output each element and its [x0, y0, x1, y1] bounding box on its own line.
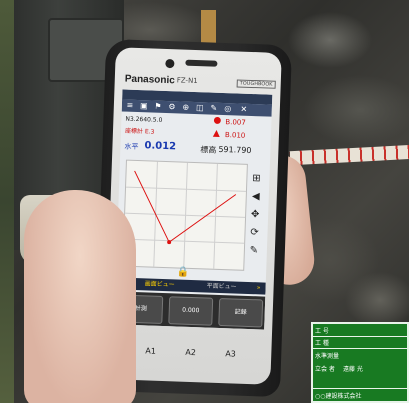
coordinate-line-1: N3.2640.5.0 [125, 115, 163, 124]
elevation-value: 591.790 [218, 144, 252, 155]
point-a-label: B.007 [225, 118, 246, 127]
horizontal-label: 水平 [124, 142, 139, 152]
board-row-5: 遠藤 光 [343, 366, 363, 373]
target-icon[interactable]: ⊕ [182, 103, 190, 112]
phone-model: FZ-N1 [176, 76, 198, 86]
photo-scene: Panasonic FZ-N1 TOUGHBOOK ≡ ▣ ⚑ ⚙ ⊕ ◫ ✎ … [0, 0, 409, 403]
board-divider [313, 348, 407, 349]
survey-blackboard: 工 号 工 種 水準測量 立会 者 遠藤 光 ○○建設株式会社 [311, 322, 409, 403]
elevation-label: 標高 [200, 145, 217, 155]
speaker-icon[interactable]: ◀ [249, 190, 263, 204]
board-row-3: 水準測量 [315, 353, 340, 360]
point-b-label: B.010 [224, 131, 246, 140]
coordinate-line-2: 座標計 E.3 [124, 127, 155, 136]
edit-icon[interactable]: ✎ [247, 244, 261, 258]
tab-next-icon[interactable]: » [253, 283, 263, 293]
front-camera-icon [165, 58, 175, 69]
vegetation-edge [0, 0, 14, 403]
menu-icon[interactable]: ≡ [126, 101, 134, 110]
gps-icon[interactable]: ◎ [224, 104, 232, 113]
point-b-icon: ▲ [212, 128, 221, 139]
plan-map[interactable] [122, 159, 248, 271]
close-icon[interactable]: ✕ [240, 105, 248, 114]
lock-icon[interactable]: 🔒 [176, 265, 190, 279]
phone-brand: Panasonic [124, 73, 176, 87]
side-toolbar: ⊞ ◀ ✥ ⟳ ✎ [247, 172, 266, 263]
horizontal-value: 0.012 [144, 140, 177, 153]
layers-icon[interactable]: ◫ [196, 103, 204, 112]
key-a1[interactable]: A1 [145, 346, 156, 355]
phone-badge: TOUGHBOOK [236, 79, 276, 89]
board-divider [313, 336, 407, 337]
tools-icon[interactable]: ✎ [210, 104, 218, 113]
app-screen: ≡ ▣ ⚑ ⚙ ⊕ ◫ ✎ ◎ ✕ N3.2640.5.0 座標計 E.3 ● … [114, 89, 273, 330]
hand [24, 190, 136, 403]
key-a3[interactable]: A3 [225, 349, 236, 358]
board-row-4: 立会 者 [315, 366, 335, 373]
flag-icon[interactable]: ⚑ [154, 102, 162, 111]
settings-icon[interactable]: ⚙ [168, 102, 176, 111]
rotate-icon[interactable]: ⟳ [247, 226, 261, 240]
board-divider [313, 388, 407, 389]
survey-stake [201, 10, 216, 46]
board-row-1: 工 号 [315, 328, 329, 335]
zoom-in-icon[interactable]: ⊞ [249, 172, 263, 186]
tab-screen-view[interactable]: 画面ビュー [129, 279, 189, 291]
earpiece [185, 59, 218, 67]
point-a-icon: ● [213, 115, 222, 126]
record-button[interactable]: 記録 [218, 297, 264, 328]
board-row-6: ○○建設株式会社 [315, 393, 362, 400]
value-button[interactable]: 0.000 [168, 296, 214, 326]
tab-plan-view[interactable]: 平面ビュー [191, 281, 251, 293]
compass-icon[interactable]: ✥ [248, 208, 262, 222]
survey-line [134, 170, 237, 245]
action-bar: 計測 0.000 記録 [114, 291, 266, 330]
key-a2[interactable]: A2 [185, 348, 196, 357]
hardware-keys: A1 A2 A3 [118, 345, 260, 358]
save-icon[interactable]: ▣ [140, 101, 148, 110]
board-row-2: 工 種 [315, 340, 329, 347]
